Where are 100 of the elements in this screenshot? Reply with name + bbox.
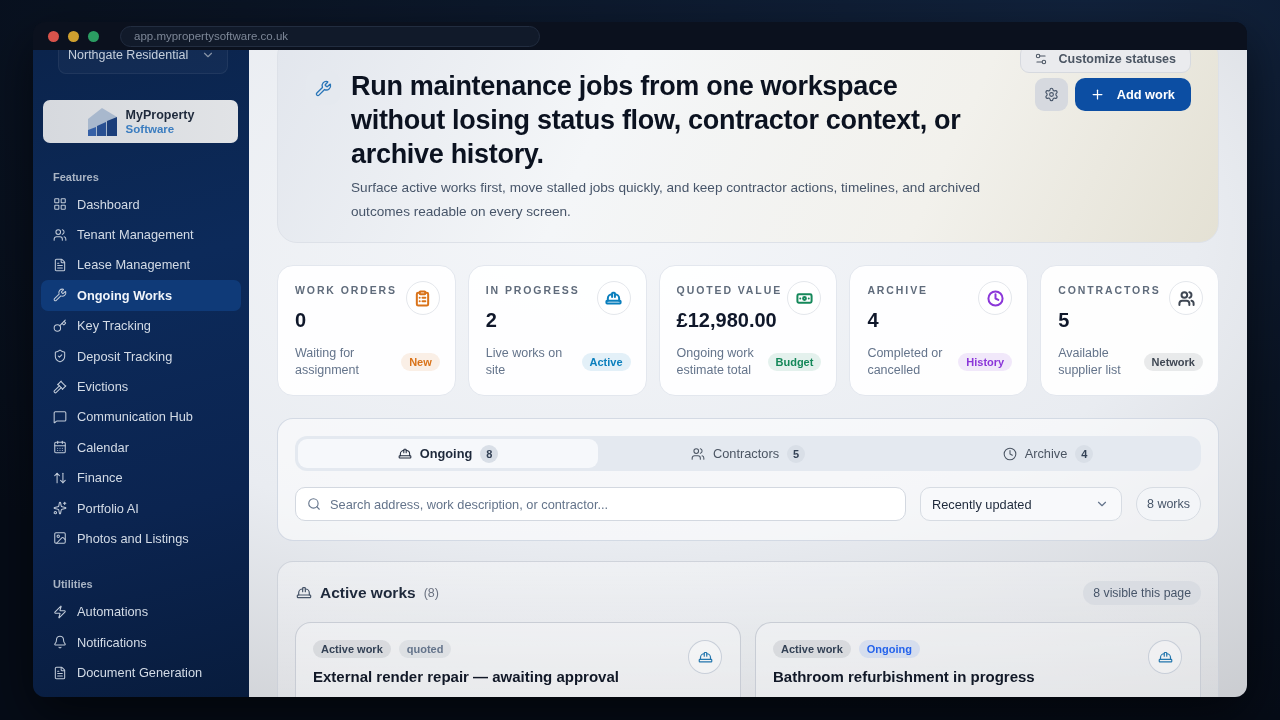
hard-hat-icon	[688, 640, 722, 674]
result-count: 8 works	[1136, 487, 1201, 521]
page-description: Surface active works first, move stalled jobs quickly, and keep contractor actions, timelines, and archived outcomes readable on every screen.	[351, 179, 982, 221]
sidebar-item[interactable]: Finance	[41, 462, 241, 493]
logo-name: MyProperty	[125, 107, 195, 122]
work-tag: Active work	[773, 640, 851, 658]
sidebar-item[interactable]: Communication Hub	[41, 401, 241, 433]
section-title: Active works	[320, 584, 416, 602]
stat-label: WORK ORDERS	[295, 283, 397, 297]
workspace-selector[interactable]: Northgate Residential	[58, 50, 228, 74]
sidebar-item[interactable]: Key Tracking	[41, 310, 241, 341]
stat-label: CONTRACTORS	[1058, 283, 1161, 297]
sidebar-item[interactable]: Calendar	[41, 432, 241, 463]
search-field[interactable]: Search address, work description, or contractor...	[295, 487, 906, 521]
work-tag: Active work	[313, 640, 391, 658]
sidebar-item[interactable]: Evictions	[41, 371, 241, 402]
stat-note: Available supplier list	[1058, 345, 1122, 379]
section-heading: Features	[53, 170, 100, 185]
settings-button[interactable]	[1034, 78, 1068, 111]
tab[interactable]: Archive 4	[898, 439, 1198, 468]
sidebar-item[interactable]: Document Generation	[41, 657, 241, 688]
document-icon	[53, 257, 67, 272]
image-icon	[53, 531, 67, 546]
tab[interactable]: Ongoing 8	[298, 439, 598, 468]
stat-tag: Budget	[767, 353, 822, 371]
stat-tag: New	[401, 353, 440, 371]
work-card[interactable]: Active work quoted External render repair — awaiting approval	[295, 622, 741, 697]
page-title: Run maintenance jobs from one workspace without losing status flow, contractor context, or archive history.	[351, 70, 962, 171]
stat-note: Live works on site	[485, 345, 564, 379]
stat-tag: History	[958, 353, 1013, 371]
stat-value: £12,980.00	[676, 308, 778, 333]
people-icon	[1169, 281, 1203, 315]
sidebar-item[interactable]: Portfolio AI	[41, 492, 241, 524]
stat-value: 4	[867, 308, 880, 333]
sparkle-icon	[53, 501, 67, 516]
stat-note: Waiting for assignment	[295, 345, 360, 379]
section-heading: Utilities	[53, 576, 94, 592]
wrench-icon	[53, 288, 67, 303]
key-icon	[53, 318, 67, 333]
house-logo-icon	[86, 106, 119, 137]
document-icon	[53, 665, 67, 680]
stat-label: IN PROGRESS	[485, 283, 580, 297]
banknote-icon	[787, 281, 822, 315]
hard-hat-icon	[397, 446, 412, 461]
chat-bubble-icon	[53, 409, 67, 424]
work-tag: quoted	[398, 640, 452, 658]
close-window-icon[interactable]	[48, 30, 59, 42]
lightning-icon	[53, 604, 67, 619]
tab-count: 5	[787, 444, 806, 463]
work-title: External render repair — awaiting approval	[313, 668, 619, 685]
people-icon	[53, 227, 67, 242]
hard-hat-icon	[596, 281, 631, 315]
visible-count: 8 visible this page	[1083, 581, 1201, 605]
hard-hat-icon	[1148, 640, 1182, 674]
arrows-icon	[53, 470, 67, 485]
minimize-window-icon[interactable]	[68, 30, 79, 42]
search-icon	[307, 497, 321, 511]
stat-value: 2	[485, 308, 498, 333]
clock-icon	[978, 281, 1013, 315]
sidebar-item[interactable]: Ongoing Works	[41, 280, 241, 311]
stat-label: ARCHIVE	[867, 283, 928, 297]
section-count: (8)	[423, 586, 439, 600]
sidebar-item[interactable]: Automations	[41, 596, 241, 628]
sidebar-item[interactable]: Dashboard	[41, 189, 241, 220]
people-icon	[690, 446, 705, 461]
logo-subtitle: Software	[125, 122, 176, 136]
stat-note: Completed or cancelled	[867, 345, 944, 379]
work-title: Bathroom refurbishment in progress	[773, 668, 1035, 685]
plus-icon	[1089, 87, 1105, 102]
address-bar[interactable]: app.mypropertysoftware.co.uk	[120, 25, 540, 47]
clock-icon	[1002, 446, 1017, 461]
grid-icon	[53, 197, 67, 212]
stat-tag: Network	[1143, 353, 1203, 371]
clipboard-icon	[405, 281, 440, 315]
stat-note: Ongoing work estimate total	[676, 345, 755, 379]
work-tag: Ongoing	[858, 640, 920, 658]
sidebar-item[interactable]: Tenant Management	[41, 219, 241, 250]
gavel-icon	[53, 379, 67, 394]
work-card[interactable]: Active work Ongoing Bathroom refurbishment in progress	[755, 622, 1201, 697]
stat-label: QUOTED VALUE	[676, 283, 783, 297]
sliders-icon	[1033, 52, 1048, 66]
customize-statuses-button[interactable]: Customize statuses	[1019, 50, 1191, 73]
zoom-window-icon[interactable]	[88, 30, 99, 42]
sidebar-item[interactable]: Deposit Tracking	[41, 340, 241, 372]
stat-value: 5	[1058, 308, 1071, 333]
sidebar-item[interactable]: Photos and Listings	[41, 523, 241, 554]
calendar-icon	[53, 440, 67, 455]
stat-tag: Active	[581, 353, 631, 371]
tab-count: 8	[480, 444, 499, 463]
sidebar-item[interactable]: Notifications	[41, 627, 241, 658]
add-work-button[interactable]: Add work	[1074, 78, 1191, 111]
bell-icon	[53, 635, 67, 650]
settings-icon	[1043, 87, 1059, 102]
tab[interactable]: Contractors 5	[598, 439, 898, 468]
sidebar-item[interactable]: Lease Management	[41, 249, 241, 281]
shield-icon	[53, 349, 67, 364]
sort-select[interactable]: Recently updated	[920, 487, 1122, 521]
stat-value: 0	[295, 308, 308, 333]
hard-hat-icon	[296, 585, 312, 601]
tab-count: 4	[1075, 444, 1094, 463]
